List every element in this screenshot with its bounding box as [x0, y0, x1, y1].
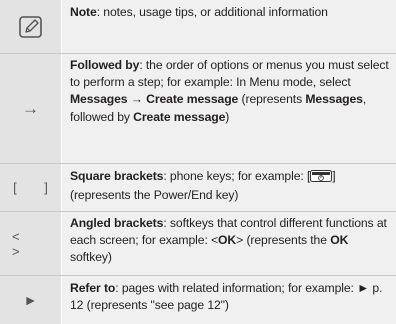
right-arrow-symbol: →	[22, 98, 39, 118]
legend-desc-refer-to-1: : pages with related information; for ex…	[115, 281, 358, 295]
angled-brackets-symbol: < >	[12, 228, 32, 259]
legend-example-menu-path: Messages → Create message	[70, 92, 239, 107]
square-brackets-icon: [ ]	[0, 164, 62, 211]
symbol-legend-table: Note: notes, usage tips, or additional i…	[0, 0, 396, 324]
note-pencil-icon	[0, 0, 62, 53]
legend-term-followed-by: Followed by	[70, 58, 140, 72]
square-brackets-symbol: [ ]	[13, 180, 60, 195]
inline-play-triangle-icon: ►	[357, 281, 370, 295]
legend-example-ok-softkey: OK	[330, 233, 349, 248]
legend-desc-followed-by-2: (represents	[238, 92, 306, 107]
legend-term-note: Note	[70, 5, 97, 19]
legend-example-create-message: Create message	[133, 109, 226, 124]
legend-text-followed-by: Followed by: the order of options or men…	[62, 54, 396, 163]
legend-desc-followed-by-4: )	[225, 109, 230, 124]
legend-term-angled-brackets: Angled brackets	[70, 216, 164, 230]
legend-text-angled-brackets: Angled brackets: softkeys that control d…	[62, 212, 396, 275]
legend-desc-angled-brackets-3: softkey)	[70, 250, 112, 265]
legend-text-note: Note: notes, usage tips, or additional i…	[62, 0, 396, 53]
legend-row-note: Note: notes, usage tips, or additional i…	[0, 0, 396, 54]
play-triangle-icon: ►	[0, 276, 62, 324]
legend-row-angled-brackets: < > Angled brackets: softkeys that contr…	[0, 212, 396, 276]
legend-desc-note: : notes, usage tips, or additional infor…	[96, 5, 328, 19]
legend-text-square-brackets: Square brackets: phone keys; for example…	[62, 164, 396, 211]
legend-text-refer-to: Refer to: pages with related information…	[62, 276, 396, 324]
legend-term-square-brackets: Square brackets	[70, 169, 164, 183]
power-end-key-icon	[310, 170, 333, 187]
legend-row-refer-to: ► Refer to: pages with related informati…	[0, 276, 396, 324]
legend-row-square-brackets: [ ] Square brackets: phone keys; for exa…	[0, 164, 396, 212]
legend-example-messages: Messages	[305, 92, 363, 107]
legend-row-followed-by: → Followed by: the order of options or m…	[0, 54, 396, 164]
play-triangle-symbol: ►	[23, 292, 38, 308]
legend-desc-square-brackets-1: : phone keys; for example: [	[163, 169, 311, 183]
legend-example-ok: OK	[218, 233, 237, 248]
right-arrow-icon: →	[0, 54, 62, 163]
legend-desc-angled-brackets-2: > (represents the	[236, 233, 331, 248]
legend-term-refer-to: Refer to	[70, 281, 116, 295]
angled-brackets-icon: < >	[0, 212, 62, 275]
note-pencil-icon-svg	[18, 15, 42, 38]
